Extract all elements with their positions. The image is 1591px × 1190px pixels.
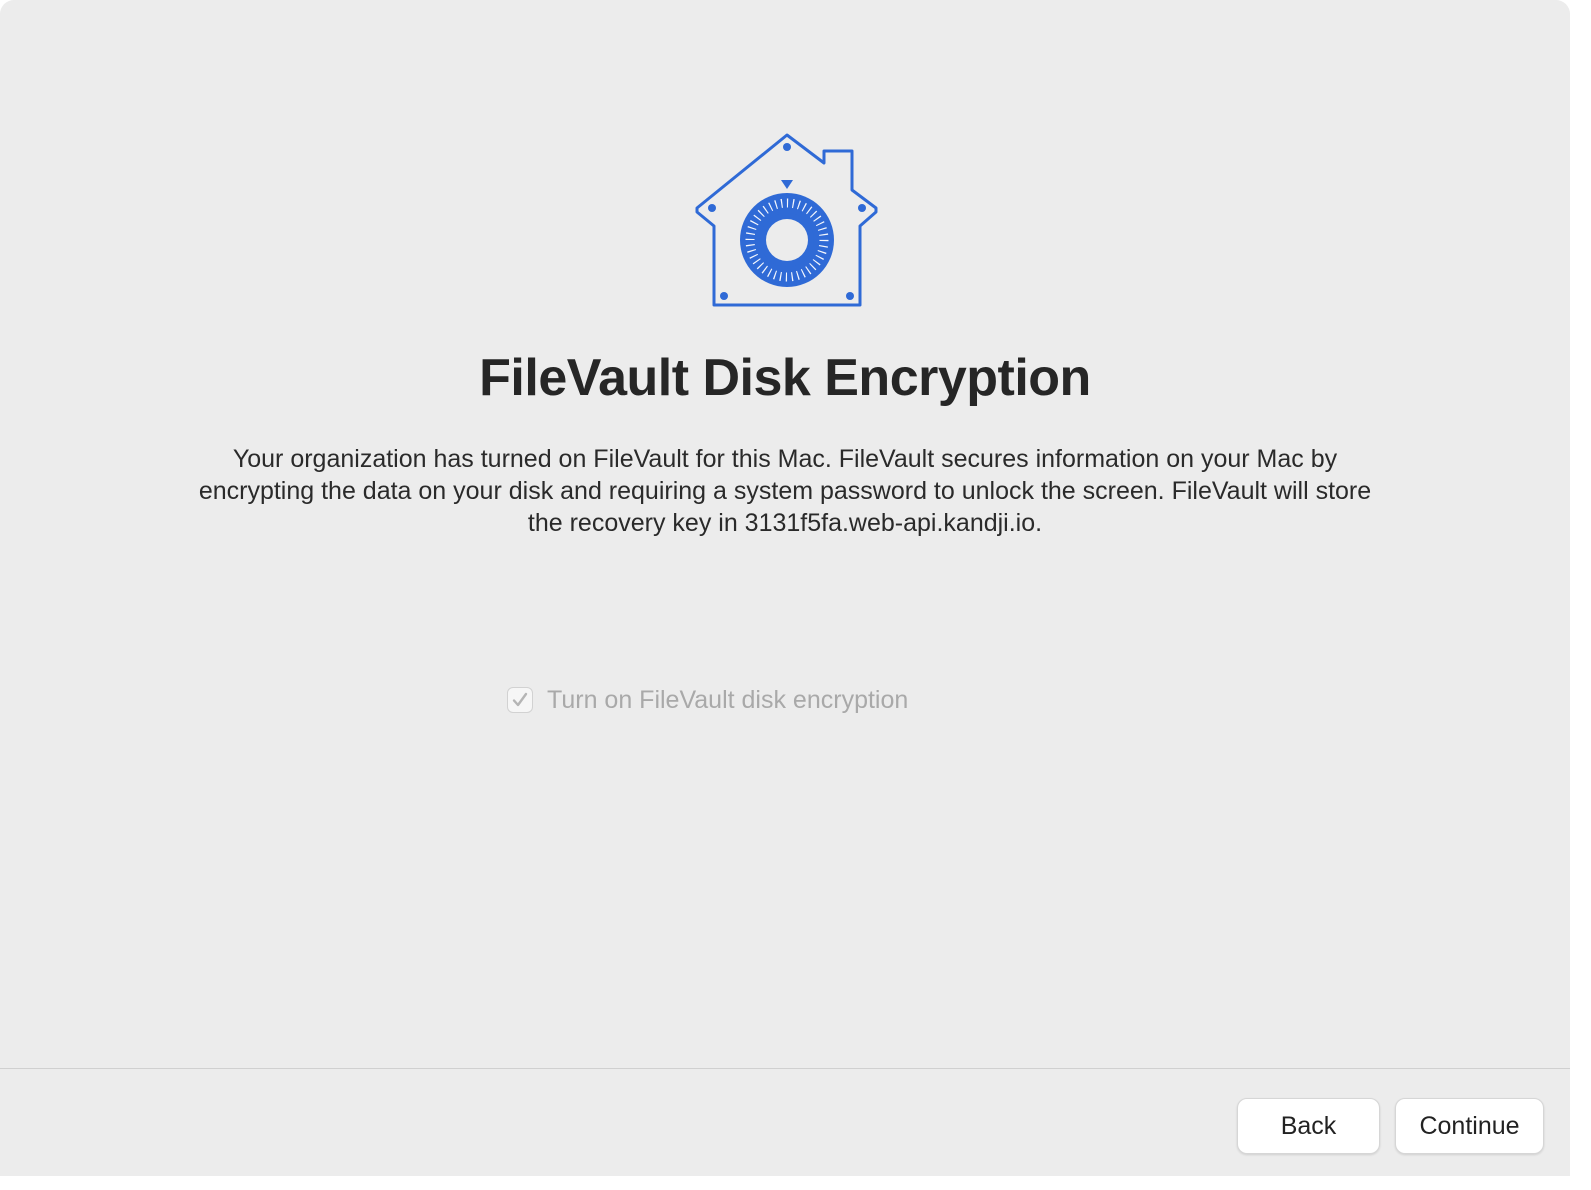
continue-button[interactable]: Continue — [1395, 1098, 1544, 1154]
checkmark-icon — [512, 692, 528, 707]
filevault-checkbox[interactable] — [507, 687, 533, 713]
filevault-setup-window: FileVault Disk Encryption Your organizat… — [0, 0, 1570, 1176]
back-button[interactable]: Back — [1237, 1098, 1380, 1154]
setup-content: FileVault Disk Encryption Your organizat… — [0, 0, 1570, 1068]
description-text: Your organization has turned on FileVaul… — [198, 445, 1372, 537]
filevault-house-icon — [695, 133, 878, 307]
page-title: FileVault Disk Encryption — [479, 349, 1091, 407]
filevault-checkbox-label: Turn on FileVault disk encryption — [547, 685, 909, 714]
footer-bar: Back Continue — [0, 1069, 1570, 1176]
filevault-checkbox-row[interactable]: Turn on FileVault disk encryption — [507, 684, 908, 716]
